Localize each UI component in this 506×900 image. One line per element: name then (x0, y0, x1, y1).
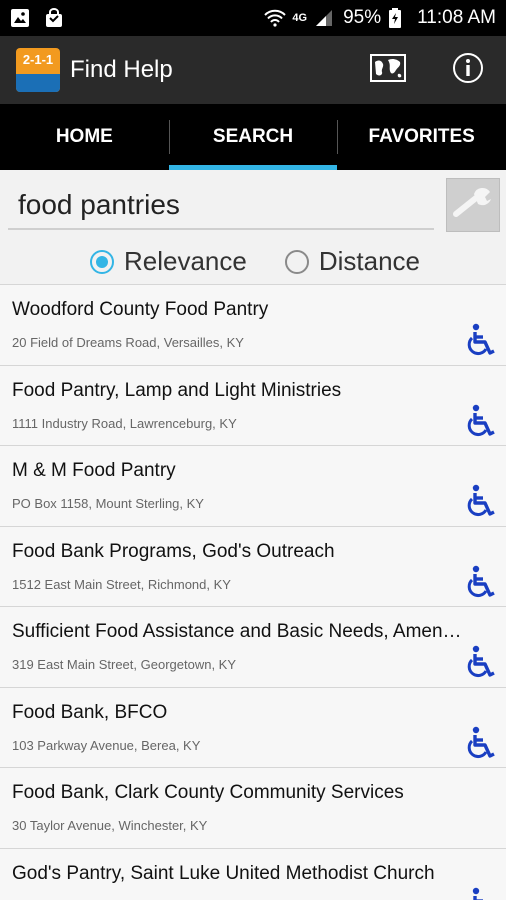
list-item[interactable]: Woodford County Food Pantry 20 Field of … (0, 284, 506, 365)
result-name: Food Pantry, Lamp and Light Ministries (12, 379, 342, 401)
sort-distance-label: Distance (318, 246, 421, 276)
result-address: 319 East Main Street, Georgetown, KY (12, 657, 237, 672)
list-item[interactable]: Food Bank, Clark County Community Servic… (0, 767, 506, 848)
list-item[interactable]: Sufficient Food Assistance and Basic Nee… (0, 606, 506, 687)
network-type-label: 4G (292, 12, 308, 24)
signal-strength-icon (315, 8, 335, 28)
result-name: Food Bank Programs, God's Outreach (12, 540, 335, 562)
list-item[interactable]: God's Pantry, Saint Luke United Methodis… (0, 847, 506, 900)
status-right: 4G 95% 11:08 AM (264, 7, 496, 29)
battery-percentage: 95% (343, 7, 382, 28)
result-address: 30 Taylor Avenue, Winchester, KY (12, 818, 208, 833)
tab-search[interactable]: SEARCH (168, 104, 338, 170)
wheelchair-accessible-icon (466, 565, 498, 599)
result-name: Woodford County Food Pantry (12, 299, 269, 320)
info-icon (452, 52, 484, 89)
result-address: 20 Field of Dreams Road, Versailles, KY (12, 335, 244, 350)
info-button[interactable] (446, 48, 490, 92)
search-options-button[interactable] (446, 178, 500, 232)
sort-radio-group: Relevance Distance (90, 246, 458, 277)
result-address: 1512 East Main Street, Richmond, KY (12, 576, 231, 592)
status-left (10, 8, 64, 28)
app-logo: 2-1-1 (16, 48, 60, 92)
sort-relevance-option[interactable]: Relevance (90, 246, 247, 277)
status-bar: 4G 95% 11:08 AM (0, 0, 506, 36)
wheelchair-accessible-icon (466, 323, 498, 357)
tab-bar: HOME SEARCH FAVORITES (0, 104, 506, 170)
wheelchair-accessible-icon (466, 645, 498, 679)
map-button[interactable] (366, 48, 410, 92)
result-name: Food Bank, Clark County Community Servic… (12, 782, 404, 803)
result-address: PO Box 1158, Mount Sterling, KY (12, 496, 204, 511)
wheelchair-accessible-icon (466, 484, 498, 518)
image-notification-icon (10, 8, 30, 28)
sort-distance-option[interactable]: Distance (284, 246, 421, 277)
result-name: Sufficient Food Assistance and Basic Nee… (12, 621, 462, 642)
radio-relevance[interactable] (90, 249, 114, 274)
result-name: Food Bank, BFCO (12, 701, 168, 723)
radio-distance[interactable] (284, 249, 309, 274)
wrench-icon (452, 186, 494, 225)
wheelchair-accessible-icon (466, 404, 498, 438)
app-bar: 2-1-1 Find Help (0, 36, 506, 104)
tab-favorites[interactable]: FAVORITES (337, 104, 506, 170)
results-list: Woodford County Food Pantry 20 Field of … (0, 284, 506, 900)
list-item[interactable]: M & M Food Pantry PO Box 1158, Mount Ste… (0, 445, 506, 526)
app-title: Find Help (70, 56, 173, 83)
shopping-bag-notification-icon (44, 8, 64, 28)
battery-charging-icon (389, 8, 409, 28)
result-address: 103 Parkway Avenue, Berea, KY (12, 737, 201, 753)
wifi-icon (264, 8, 287, 28)
logo-wave (16, 74, 60, 92)
result-name: God's Pantry, Saint Luke United Methodis… (12, 862, 435, 884)
tab-home[interactable]: HOME (0, 104, 169, 170)
map-icon (370, 52, 406, 89)
clock: 11:08 AM (417, 7, 496, 28)
result-name: M & M Food Pantry (12, 460, 176, 481)
wheelchair-accessible-icon (466, 726, 498, 760)
result-address: 1111 Industry Road, Lawrenceburg, KY (12, 415, 237, 431)
list-item[interactable]: Food Pantry, Lamp and Light Ministries 1… (0, 364, 506, 445)
sort-relevance-label: Relevance (124, 246, 247, 276)
search-area: Relevance Distance (0, 170, 506, 284)
list-item[interactable]: Food Bank, BFCO 103 Parkway Avenue, Bere… (0, 686, 506, 767)
search-input[interactable] (8, 182, 434, 230)
logo-text: 2-1-1 (22, 52, 54, 67)
wheelchair-accessible-icon (466, 887, 498, 900)
list-item[interactable]: Food Bank Programs, God's Outreach 1512 … (0, 525, 506, 606)
